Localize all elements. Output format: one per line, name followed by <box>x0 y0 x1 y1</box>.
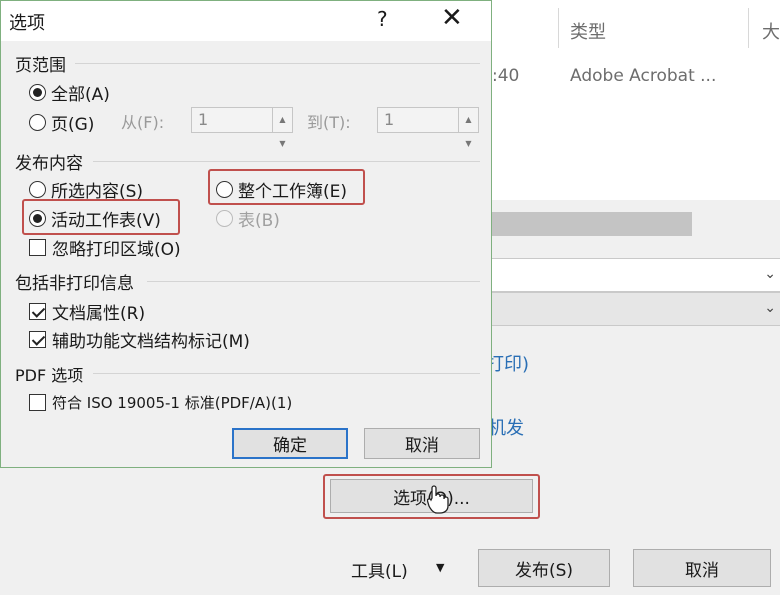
from-page-stepper[interactable]: 1 ▲ ▼ <box>191 107 293 148</box>
radio-icon <box>29 210 46 227</box>
pdfa-compliance-checkbox[interactable]: 符合 ISO 19005-1 标准(PDF/A)(1) <box>29 392 292 413</box>
from-label: 从(F): <box>121 113 165 132</box>
active-sheets-label: 活动工作表(V) <box>51 211 161 231</box>
dialog-title: 选项 <box>9 13 45 34</box>
tools-dropdown-icon[interactable]: ▼ <box>436 561 444 574</box>
column-separator[interactable] <box>748 8 749 48</box>
divider <box>93 161 480 162</box>
page-range-radio-label: 页(G) <box>51 115 95 135</box>
radio-icon <box>29 84 46 101</box>
file-list-area: 类型 大 :40 Adobe Acrobat ... <box>470 0 780 200</box>
dialog-cancel-button[interactable]: 取消 <box>364 428 480 459</box>
table-radio: 表(B) <box>216 206 280 231</box>
accessibility-tags-label: 辅助功能文档结构标记(M) <box>52 332 250 352</box>
radio-icon <box>29 181 46 198</box>
stepper-arrows-icon[interactable]: ▲ ▼ <box>272 108 292 148</box>
entire-workbook-label: 整个工作簿(E) <box>238 182 348 202</box>
to-label: 到(T): <box>307 113 351 132</box>
divider <box>147 281 480 282</box>
column-separator[interactable] <box>558 8 559 48</box>
scrollbar-track[interactable] <box>470 212 692 236</box>
checkbox-icon <box>29 394 46 411</box>
chevron-down-icon: ⌄ <box>764 300 776 316</box>
dropdown-select[interactable]: ⌄ <box>480 258 780 292</box>
radio-icon <box>216 181 233 198</box>
checkmark-icon <box>29 331 46 348</box>
ignore-print-areas-label: 忽略打印区域(O) <box>52 240 181 260</box>
divider <box>75 63 480 64</box>
from-page-value: 1 <box>198 110 209 129</box>
all-pages-label: 全部(A) <box>51 85 110 105</box>
table-label: 表(B) <box>238 211 280 231</box>
help-icon[interactable]: ? <box>377 7 388 31</box>
size-column-header[interactable]: 大 <box>762 18 780 44</box>
checkmark-icon <box>29 303 46 320</box>
radio-icon <box>216 210 233 227</box>
page-range-label: 页范围 <box>15 56 66 76</box>
type-column-header[interactable]: 类型 <box>570 18 606 44</box>
non-printing-label: 包括非打印信息 <box>15 274 134 294</box>
divider <box>93 373 480 374</box>
pdf-options-label: PDF 选项 <box>15 366 84 385</box>
options-dialog: 选项 ? ✕ 页范围 全部(A) 页(G) 从(F): 1 ▲ ▼ 到(T): 1… <box>0 0 492 468</box>
cancel-button[interactable]: 取消 <box>633 549 771 587</box>
doc-properties-label: 文档属性(R) <box>52 304 146 324</box>
hand-cursor-icon <box>427 485 449 514</box>
stepper-arrows-icon[interactable]: ▲ ▼ <box>458 108 478 148</box>
send-link[interactable]: 机发 <box>488 414 524 440</box>
chevron-down-icon: ⌄ <box>764 266 776 282</box>
publish-button[interactable]: 发布(S) <box>478 549 610 587</box>
ignore-print-areas-checkbox[interactable]: 忽略打印区域(O) <box>29 235 181 260</box>
entire-workbook-radio[interactable]: 整个工作簿(E) <box>216 177 347 202</box>
dropdown-select[interactable]: ⌄ <box>480 292 780 326</box>
radio-icon <box>29 114 46 131</box>
dialog-titlebar[interactable]: 选项 ? ✕ <box>1 1 491 41</box>
accessibility-tags-checkbox[interactable]: 辅助功能文档结构标记(M) <box>29 327 250 352</box>
to-page-stepper[interactable]: 1 ▲ ▼ <box>377 107 479 148</box>
tools-menu[interactable]: 工具(L) <box>351 557 408 582</box>
ok-button[interactable]: 确定 <box>232 428 348 459</box>
file-type-value: Adobe Acrobat ... <box>570 66 717 86</box>
to-page-value: 1 <box>384 110 395 129</box>
all-pages-radio[interactable]: 全部(A) <box>29 80 110 105</box>
file-modified-time: :40 <box>492 66 520 86</box>
active-sheets-radio[interactable]: 活动工作表(V) <box>29 206 161 231</box>
print-link[interactable]: 打印) <box>486 350 529 376</box>
publish-what-label: 发布内容 <box>15 154 83 174</box>
doc-properties-checkbox[interactable]: 文档属性(R) <box>29 299 145 324</box>
checkbox-icon <box>29 239 46 256</box>
page-range-radio[interactable]: 页(G) <box>29 110 94 135</box>
pdfa-compliance-label: 符合 ISO 19005-1 标准(PDF/A)(1) <box>52 394 293 412</box>
close-icon[interactable]: ✕ <box>441 3 463 33</box>
